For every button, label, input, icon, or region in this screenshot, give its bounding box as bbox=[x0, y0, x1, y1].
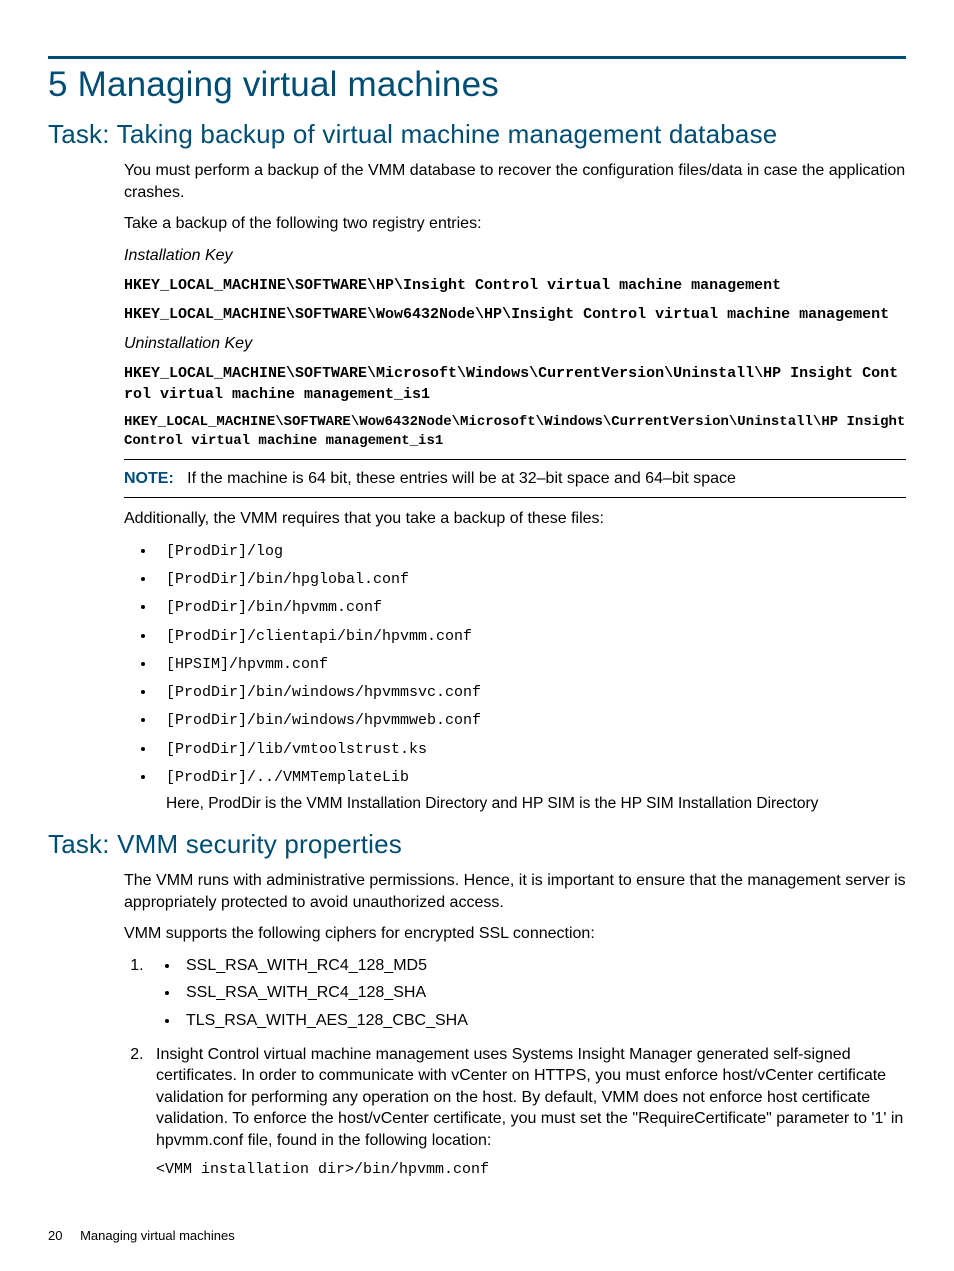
page-number: 20 bbox=[48, 1228, 62, 1243]
task1-heading: Task: Taking backup of virtual machine m… bbox=[48, 119, 906, 150]
chapter-number: 5 bbox=[48, 65, 68, 104]
task2-body: The VMM runs with administrative permiss… bbox=[124, 870, 906, 1180]
files-note: Here, ProdDir is the VMM Installation Di… bbox=[166, 794, 906, 815]
chapter-title: Managing virtual machines bbox=[78, 65, 499, 104]
note-text: If the machine is 64 bit, these entries … bbox=[187, 470, 736, 487]
list-item: [ProdDir]/../VMMTemplateLib Here, ProdDi… bbox=[156, 766, 906, 815]
task2-p1: The VMM runs with administrative permiss… bbox=[124, 870, 906, 913]
document-page: 5 Managing virtual machines Task: Taking… bbox=[0, 0, 954, 1271]
task2-heading: Task: VMM security properties bbox=[48, 829, 906, 860]
task2-p2: VMM supports the following ciphers for e… bbox=[124, 923, 906, 945]
file-path: [ProdDir]/bin/windows/hpvmmsvc.conf bbox=[166, 684, 481, 701]
list-item: [HPSIM]/hpvmm.conf bbox=[156, 653, 906, 675]
footer-title: Managing virtual machines bbox=[80, 1228, 235, 1243]
list-item: [ProdDir]/bin/hpglobal.conf bbox=[156, 568, 906, 590]
uninstall-key-2: HKEY_LOCAL_MACHINE\SOFTWARE\Wow6432Node\… bbox=[124, 413, 906, 451]
header-rule bbox=[48, 56, 906, 59]
cipher-item: SSL_RSA_WITH_RC4_128_MD5 bbox=[180, 955, 906, 977]
chapter-heading: 5 Managing virtual machines bbox=[48, 65, 906, 105]
file-path: [ProdDir]/clientapi/bin/hpvmm.conf bbox=[166, 628, 472, 645]
task1-body: You must perform a backup of the VMM dat… bbox=[124, 160, 906, 815]
list-item-1: SSL_RSA_WITH_RC4_128_MD5 SSL_RSA_WITH_RC… bbox=[148, 955, 906, 1032]
list-item: [ProdDir]/clientapi/bin/hpvmm.conf bbox=[156, 625, 906, 647]
task1-p1: You must perform a backup of the VMM dat… bbox=[124, 160, 906, 203]
note-label: NOTE: bbox=[124, 470, 174, 487]
cipher-item: TLS_RSA_WITH_AES_128_CBC_SHA bbox=[180, 1010, 906, 1032]
numbered-list: SSL_RSA_WITH_RC4_128_MD5 SSL_RSA_WITH_RC… bbox=[124, 955, 906, 1180]
item2-path: <VMM installation dir>/bin/hpvmm.conf bbox=[156, 1160, 906, 1180]
file-path: [ProdDir]/bin/windows/hpvmmweb.conf bbox=[166, 712, 481, 729]
cipher-list: SSL_RSA_WITH_RC4_128_MD5 SSL_RSA_WITH_RC… bbox=[180, 955, 906, 1032]
list-item-2: Insight Control virtual machine manageme… bbox=[148, 1044, 906, 1180]
list-item: [ProdDir]/bin/windows/hpvmmsvc.conf bbox=[156, 681, 906, 703]
install-key-label: Installation Key bbox=[124, 245, 906, 267]
install-key-2: HKEY_LOCAL_MACHINE\SOFTWARE\Wow6432Node\… bbox=[124, 305, 906, 325]
list-item: [ProdDir]/lib/vmtoolstrust.ks bbox=[156, 738, 906, 760]
file-path: [ProdDir]/log bbox=[166, 543, 283, 560]
item2-text: Insight Control virtual machine manageme… bbox=[156, 1046, 903, 1149]
uninstall-key-label: Uninstallation Key bbox=[124, 333, 906, 355]
page-footer: 20 Managing virtual machines bbox=[48, 1228, 235, 1243]
file-list: [ProdDir]/log [ProdDir]/bin/hpglobal.con… bbox=[144, 540, 906, 815]
file-path: [ProdDir]/../VMMTemplateLib bbox=[166, 769, 409, 786]
cipher-item: SSL_RSA_WITH_RC4_128_SHA bbox=[180, 982, 906, 1004]
task1-p3: Additionally, the VMM requires that you … bbox=[124, 508, 906, 530]
file-path: [ProdDir]/lib/vmtoolstrust.ks bbox=[166, 741, 427, 758]
list-item: [ProdDir]/bin/windows/hpvmmweb.conf bbox=[156, 709, 906, 731]
note-box: NOTE: If the machine is 64 bit, these en… bbox=[124, 459, 906, 499]
file-path: [ProdDir]/bin/hpvmm.conf bbox=[166, 599, 382, 616]
file-path: [ProdDir]/bin/hpglobal.conf bbox=[166, 571, 409, 588]
list-item: [ProdDir]/bin/hpvmm.conf bbox=[156, 596, 906, 618]
task1-p2: Take a backup of the following two regis… bbox=[124, 213, 906, 235]
uninstall-key-1: HKEY_LOCAL_MACHINE\SOFTWARE\Microsoft\Wi… bbox=[124, 364, 906, 405]
install-key-1: HKEY_LOCAL_MACHINE\SOFTWARE\HP\Insight C… bbox=[124, 276, 906, 296]
list-item: [ProdDir]/log bbox=[156, 540, 906, 562]
file-path: [HPSIM]/hpvmm.conf bbox=[166, 656, 328, 673]
